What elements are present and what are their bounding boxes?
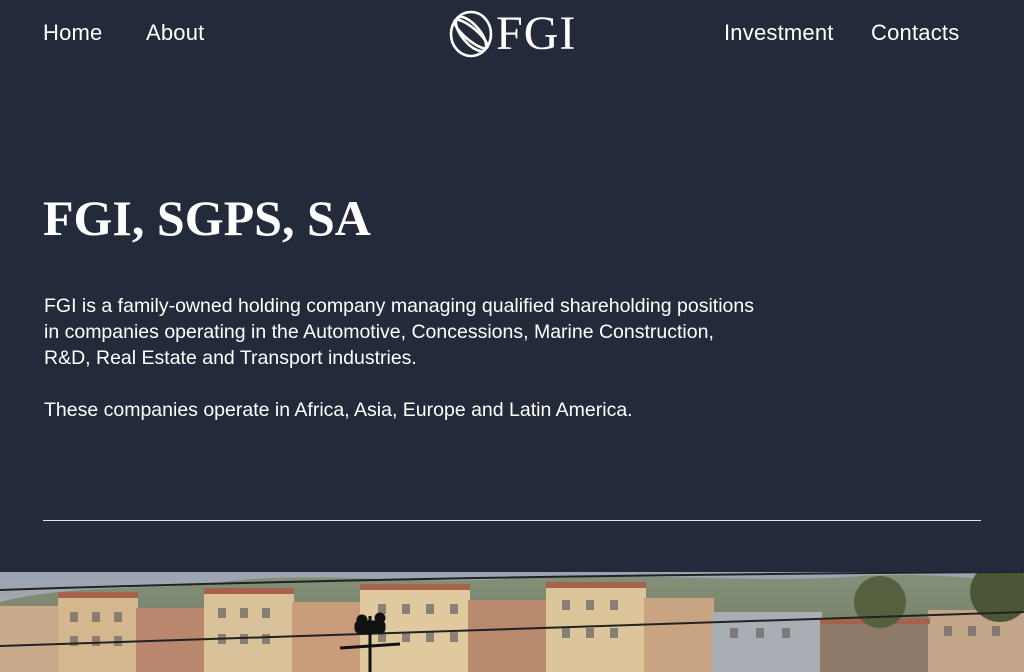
nav-about[interactable]: About (146, 20, 205, 46)
nav-home[interactable]: Home (43, 20, 103, 46)
fgi-logo-mark-icon (449, 10, 493, 58)
fgi-logo[interactable]: FGI (448, 9, 576, 59)
section-divider (43, 520, 981, 521)
city-buildings-with-cable-car-photo (0, 572, 1024, 672)
hero-photo (0, 572, 1024, 672)
nav-contacts[interactable]: Contacts (871, 20, 959, 46)
nav-investment[interactable]: Investment (724, 20, 834, 46)
logo-text: FGI (496, 7, 577, 60)
page-title: FGI, SGPS, SA (43, 190, 371, 246)
intro-paragraph: FGI is a family-owned holding company ma… (44, 295, 754, 369)
regions-paragraph: These companies operate in Africa, Asia,… (44, 399, 633, 421)
